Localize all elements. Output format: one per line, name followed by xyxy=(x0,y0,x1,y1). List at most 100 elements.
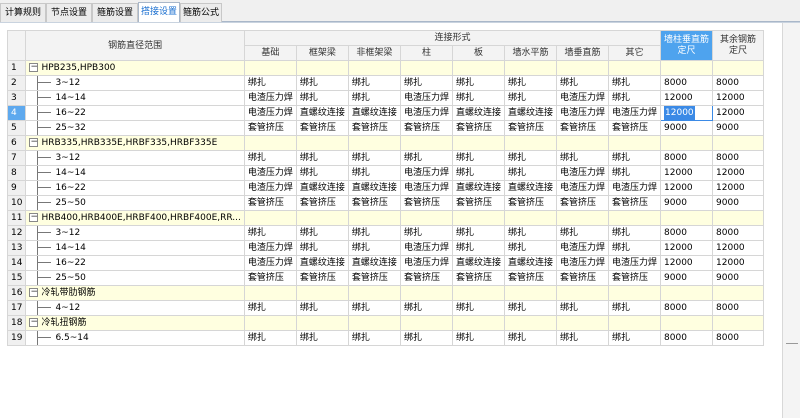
connection-cell[interactable]: 套管挤压 xyxy=(451,195,505,211)
connection-cell[interactable]: 直螺纹连接 xyxy=(295,255,349,271)
row-number[interactable]: 13 xyxy=(6,240,27,256)
connection-cell[interactable]: 电渣压力焊 xyxy=(607,255,662,271)
row-number[interactable]: 17 xyxy=(6,300,27,316)
category-cell[interactable] xyxy=(607,60,662,76)
connection-cell[interactable]: 绑扎 xyxy=(503,300,557,316)
length-cell[interactable]: 8000 xyxy=(660,75,714,91)
connection-cell[interactable]: 套管挤压 xyxy=(243,270,297,286)
category-row[interactable]: 11− HRB400,HRB400E,HRBF400,HRBF400E,RR... xyxy=(6,210,765,226)
connection-cell[interactable]: 套管挤压 xyxy=(503,270,557,286)
connection-cell[interactable]: 电渣压力焊 xyxy=(243,180,297,196)
connection-cell[interactable]: 直螺纹连接 xyxy=(295,105,349,121)
connection-cell[interactable]: 电渣压力焊 xyxy=(555,165,610,181)
connection-cell[interactable]: 电渣压力焊 xyxy=(399,90,453,106)
diameter-range-cell[interactable]: − HRB335,HRB335E,HRBF335,HRBF335E xyxy=(25,135,245,151)
table-row[interactable]: 2 3~12 绑扎 绑扎 绑扎 绑扎 绑扎 绑扎 绑扎 绑扎 8000 8000 xyxy=(6,75,765,91)
category-cell[interactable] xyxy=(660,135,714,151)
diameter-range-cell[interactable]: − 冷轧带肋钢筋 xyxy=(25,285,245,301)
row-number[interactable]: 15 xyxy=(6,270,27,286)
connection-cell[interactable]: 电渣压力焊 xyxy=(555,240,610,256)
connection-cell[interactable]: 套管挤压 xyxy=(347,195,401,211)
connection-cell[interactable]: 套管挤压 xyxy=(295,270,349,286)
row-number[interactable]: 5 xyxy=(6,120,27,136)
connection-cell[interactable]: 直螺纹连接 xyxy=(451,180,505,196)
connection-cell[interactable]: 绑扎 xyxy=(243,300,297,316)
connection-cell[interactable]: 套管挤压 xyxy=(451,270,505,286)
connection-cell[interactable]: 电渣压力焊 xyxy=(399,105,453,121)
connection-cell[interactable]: 套管挤压 xyxy=(503,120,557,136)
connection-cell[interactable]: 套管挤压 xyxy=(243,120,297,136)
length-cell[interactable]: 9000 xyxy=(712,120,765,136)
connection-cell[interactable]: 绑扎 xyxy=(503,75,557,91)
connection-cell[interactable]: 绑扎 xyxy=(295,225,349,241)
category-row[interactable]: 16− 冷轧带肋钢筋 xyxy=(6,285,765,301)
category-row[interactable]: 1− HPB235,HPB300 xyxy=(6,60,765,76)
connection-cell[interactable]: 直螺纹连接 xyxy=(347,180,401,196)
length-cell[interactable]: 8000 xyxy=(712,225,765,241)
diameter-range-cell[interactable]: 3~12 xyxy=(25,150,245,166)
connection-cell[interactable]: 电渣压力焊 xyxy=(607,105,662,121)
header-other-length[interactable]: 其余钢筋定尺 xyxy=(712,30,765,61)
category-cell[interactable] xyxy=(555,285,610,301)
header-sub-column[interactable]: 基础 xyxy=(243,45,297,61)
connection-cell[interactable]: 绑扎 xyxy=(607,150,662,166)
row-number[interactable]: 3 xyxy=(6,90,27,106)
length-cell[interactable]: 8000 xyxy=(712,300,765,316)
table-row[interactable]: 3 14~14 电渣压力焊 绑扎 绑扎 电渣压力焊 绑扎 绑扎 电渣压力焊 绑扎 12000 1200… xyxy=(6,90,765,106)
collapse-toggle-icon[interactable]: − xyxy=(29,63,39,72)
connection-cell[interactable]: 绑扎 xyxy=(555,75,610,91)
header-wall-column-length[interactable]: 墙柱垂直筋定尺 xyxy=(660,30,714,61)
category-cell[interactable] xyxy=(243,60,297,76)
category-cell[interactable] xyxy=(503,135,557,151)
collapse-toggle-icon[interactable]: − xyxy=(29,288,39,297)
length-cell[interactable]: 12000 xyxy=(660,90,714,106)
row-number[interactable]: 12 xyxy=(6,225,27,241)
header-sub-column[interactable]: 墙水平筋 xyxy=(503,45,557,61)
connection-cell[interactable]: 绑扎 xyxy=(607,75,662,91)
length-cell[interactable]: 12000 xyxy=(712,180,765,196)
connection-cell[interactable]: 电渣压力焊 xyxy=(555,90,610,106)
row-number[interactable]: 2 xyxy=(6,75,27,91)
category-cell[interactable] xyxy=(555,315,610,331)
connection-cell[interactable]: 套管挤压 xyxy=(555,270,610,286)
connection-cell[interactable]: 电渣压力焊 xyxy=(399,255,453,271)
diameter-range-cell[interactable]: 16~22 xyxy=(25,180,245,196)
connection-cell[interactable]: 绑扎 xyxy=(503,90,557,106)
connection-cell[interactable]: 电渣压力焊 xyxy=(555,105,610,121)
connection-cell[interactable]: 绑扎 xyxy=(503,330,557,346)
tab-1[interactable]: 计算规则 xyxy=(0,3,46,22)
connection-cell[interactable]: 套管挤压 xyxy=(243,195,297,211)
category-cell[interactable] xyxy=(243,135,297,151)
connection-cell[interactable]: 绑扎 xyxy=(451,150,505,166)
connection-cell[interactable]: 绑扎 xyxy=(399,225,453,241)
connection-cell[interactable]: 套管挤压 xyxy=(607,195,662,211)
connection-cell[interactable]: 绑扎 xyxy=(347,300,401,316)
diameter-range-cell[interactable]: 3~12 xyxy=(25,75,245,91)
category-cell[interactable] xyxy=(607,210,662,226)
category-cell[interactable] xyxy=(347,285,401,301)
category-row[interactable]: 18− 冷轧扭钢筋 xyxy=(6,315,765,331)
connection-cell[interactable]: 绑扎 xyxy=(451,225,505,241)
diameter-range-cell[interactable]: − 冷轧扭钢筋 xyxy=(25,315,245,331)
table-row[interactable]: 19 6.5~14 绑扎 绑扎 绑扎 绑扎 绑扎 绑扎 绑扎 绑扎 8000 8000 xyxy=(6,330,765,346)
length-cell[interactable]: 12000 xyxy=(712,165,765,181)
diameter-range-cell[interactable]: 14~14 xyxy=(25,165,245,181)
connection-cell[interactable]: 直螺纹连接 xyxy=(347,255,401,271)
connection-cell[interactable]: 套管挤压 xyxy=(451,120,505,136)
row-number[interactable]: 11 xyxy=(6,210,27,226)
connection-cell[interactable]: 绑扎 xyxy=(503,225,557,241)
category-cell[interactable] xyxy=(451,60,505,76)
connection-cell[interactable]: 绑扎 xyxy=(555,330,610,346)
connection-cell[interactable]: 套管挤压 xyxy=(399,270,453,286)
diameter-range-cell[interactable]: 3~12 xyxy=(25,225,245,241)
connection-cell[interactable]: 套管挤压 xyxy=(399,195,453,211)
connection-cell[interactable]: 绑扎 xyxy=(451,240,505,256)
connection-cell[interactable]: 绑扎 xyxy=(243,330,297,346)
length-cell[interactable]: 8000 xyxy=(660,225,714,241)
connection-cell[interactable]: 绑扎 xyxy=(451,300,505,316)
connection-cell[interactable]: 绑扎 xyxy=(607,225,662,241)
header-sub-column[interactable]: 柱 xyxy=(399,45,453,61)
category-cell[interactable] xyxy=(451,315,505,331)
connection-cell[interactable]: 直螺纹连接 xyxy=(347,105,401,121)
category-cell[interactable] xyxy=(243,210,297,226)
